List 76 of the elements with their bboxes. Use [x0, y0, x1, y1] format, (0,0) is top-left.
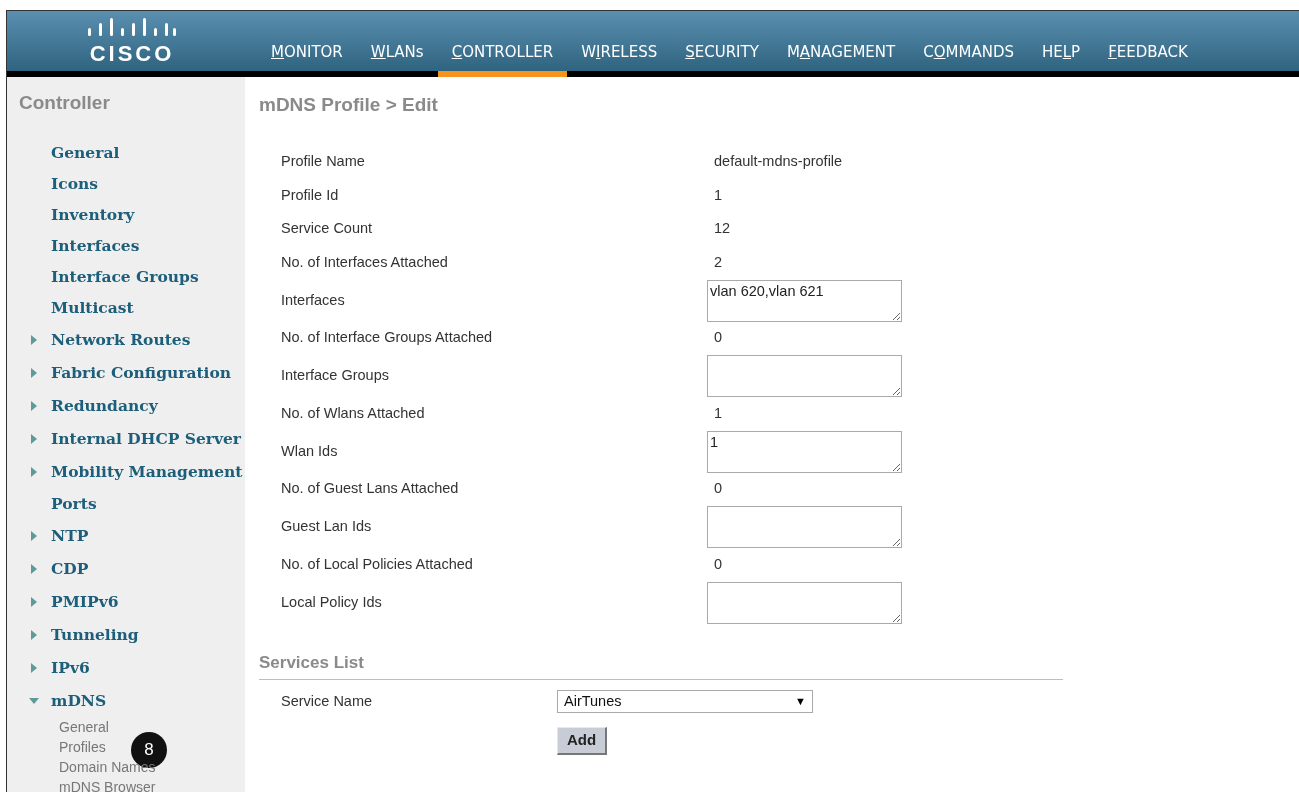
nav-tab[interactable]: WIRELESS — [567, 40, 672, 71]
add-button[interactable]: Add — [557, 727, 608, 755]
text-area[interactable]: 1 — [707, 430, 902, 473]
caret-right-icon[interactable] — [29, 663, 39, 673]
service-dropdown[interactable]: AirTunes ▼ — [557, 690, 813, 713]
field-value: 0 — [714, 479, 723, 499]
caret-down-icon: ▼ — [795, 693, 806, 710]
page-title: mDNS Profile > Edit — [259, 93, 439, 117]
caret-right-icon[interactable] — [29, 467, 39, 477]
sidebar-item[interactable]: Interface Groups — [51, 265, 199, 289]
sidebar-item[interactable]: Redundancy — [51, 394, 158, 418]
field-label: No. of Guest Lans Attached — [281, 479, 460, 499]
sidebar-item[interactable]: General — [51, 141, 120, 165]
field-value: 0 — [714, 554, 723, 574]
nav-tab[interactable]: SECURITY — [671, 40, 773, 71]
text-area[interactable]: vlan 620,vlan 621 — [707, 279, 902, 322]
nav-tab[interactable]: MONITOR — [257, 40, 357, 71]
field-label: Wlan Ids — [281, 441, 339, 461]
sidebar-item[interactable]: NTP — [51, 524, 89, 548]
field-label: No. of Local Policies Attached — [281, 554, 474, 574]
field-label: Profile Name — [281, 152, 366, 172]
sidebar-item[interactable]: Internal DHCP Server — [51, 427, 242, 451]
nav-tab[interactable]: FEEDBACK — [1094, 40, 1202, 71]
sidebar-item[interactable]: mDNS — [51, 689, 107, 713]
field-value: 0 — [714, 328, 723, 348]
text-area[interactable] — [707, 581, 902, 624]
sidebar-item[interactable]: Multicast — [51, 296, 134, 320]
sidebar-subitem[interactable]: mDNS Browser — [59, 777, 156, 792]
sidebar-item[interactable]: Fabric Configuration — [51, 361, 232, 385]
text-area[interactable] — [707, 355, 902, 397]
field-value: 2 — [714, 252, 723, 272]
field-label: No. of Wlans Attached — [281, 403, 426, 423]
field-label: Profile Id — [281, 185, 340, 205]
nav-tab[interactable]: WLANs — [356, 40, 438, 71]
caret-right-icon[interactable] — [29, 368, 39, 378]
caret-right-icon[interactable] — [29, 564, 39, 574]
sidebar-item[interactable]: Icons — [51, 172, 99, 196]
caret-right-icon[interactable] — [29, 597, 39, 607]
caret-right-icon[interactable] — [29, 335, 39, 345]
sidebar-title: Controller — [19, 91, 111, 115]
field-value: 1 — [714, 403, 723, 423]
field-value: default-mdns-profile — [714, 152, 843, 172]
field-label: No. of Interfaces Attached — [281, 252, 449, 272]
field-label: Service Count — [281, 219, 374, 239]
sidebar-item[interactable]: Inventory — [51, 203, 135, 227]
field-value: 1 — [714, 185, 723, 205]
field-value: 12 — [714, 219, 731, 239]
sidebar-item[interactable]: Tunneling — [51, 623, 139, 647]
caret-right-icon[interactable] — [29, 630, 39, 640]
sidebar-item[interactable]: Mobility Management — [51, 460, 243, 484]
caret-down-icon[interactable] — [29, 696, 39, 706]
nav-tab[interactable]: COMMANDS — [909, 40, 1028, 71]
nav-tab[interactable]: HELP — [1027, 40, 1095, 71]
sidebar-item[interactable]: PMIPv6 — [51, 590, 119, 614]
sidebar-subitem[interactable]: Profiles — [59, 737, 106, 758]
sidebar-subitem[interactable]: General — [59, 717, 109, 738]
field-label: Service Name — [281, 691, 374, 711]
logo-text: CISCO — [89, 42, 175, 65]
caret-right-icon[interactable] — [29, 401, 39, 411]
field-label: Interface Groups — [281, 366, 390, 386]
sidebar-item[interactable]: IPv6 — [51, 656, 90, 680]
field-label: Guest Lan Ids — [281, 517, 373, 537]
section-title: Services List — [259, 649, 1063, 680]
sidebar-item[interactable]: Network Routes — [51, 328, 191, 352]
field-label: Local Policy Ids — [281, 592, 383, 612]
caret-right-icon[interactable] — [29, 531, 39, 541]
sidebar-item[interactable]: Ports — [51, 492, 97, 516]
caret-right-icon[interactable] — [29, 434, 39, 444]
field-label: No. of Interface Groups Attached — [281, 328, 494, 348]
sidebar-item[interactable]: CDP — [51, 557, 89, 581]
sidebar-item[interactable]: Interfaces — [51, 234, 140, 258]
nav-tab[interactable]: MANAGEMENT — [772, 40, 910, 71]
nav-tab[interactable]: CONTROLLER — [437, 40, 568, 77]
sidebar-subitem[interactable]: Domain Names — [59, 757, 156, 778]
text-area[interactable] — [707, 506, 902, 548]
field-label: Interfaces — [281, 290, 346, 310]
